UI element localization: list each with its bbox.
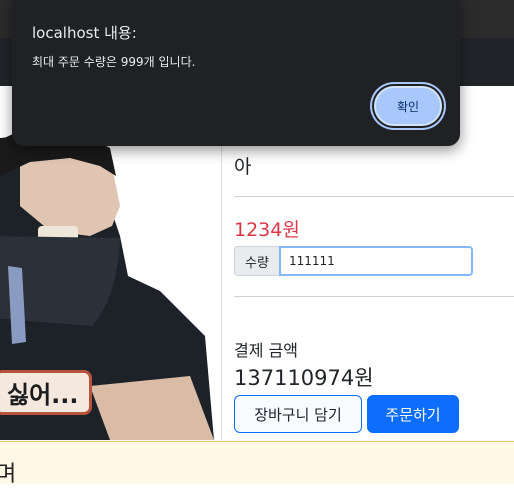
- order-button[interactable]: 주문하기: [367, 395, 459, 433]
- add-to-cart-button[interactable]: 장바구니 담기: [234, 395, 362, 433]
- product-name: 아: [234, 156, 252, 178]
- dialog-title: localhost 내용:: [32, 24, 137, 42]
- quantity-label: 수량: [234, 246, 279, 276]
- alert-dialog: localhost 내용: 최대 주문 수량은 999개 입니다. 확인: [12, 0, 460, 146]
- bottom-banner-text: 며: [0, 462, 17, 487]
- image-caption: 싫어...: [0, 370, 92, 415]
- total-value: 137110974원: [234, 366, 374, 390]
- divider: [234, 296, 514, 297]
- total-label: 결제 금액: [234, 341, 298, 360]
- dialog-ok-button[interactable]: 확인: [374, 86, 442, 126]
- product-price: 1234원: [234, 219, 300, 241]
- quantity-input[interactable]: [279, 246, 473, 276]
- divider: [234, 196, 514, 197]
- quantity-group: 수량: [234, 246, 473, 276]
- bottom-banner: [0, 441, 514, 484]
- dialog-message: 최대 주문 수량은 999개 입니다.: [32, 55, 196, 69]
